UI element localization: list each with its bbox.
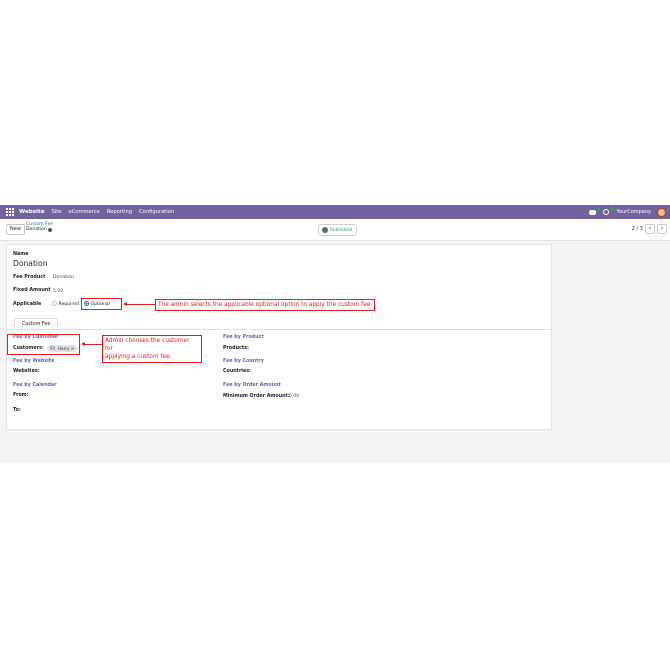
websites-label: Websites: (13, 369, 40, 374)
gear-icon[interactable] (47, 227, 52, 232)
company-switcher[interactable]: YourCompany (617, 209, 651, 215)
fee-by-country-heading: Fee by Country (223, 359, 264, 364)
optional-arrow-head (123, 302, 127, 306)
globe-icon (322, 227, 328, 233)
fee-by-product-heading: Fee by Product (223, 335, 264, 340)
published-toggle[interactable]: Published (318, 224, 358, 236)
new-button[interactable]: New (6, 224, 25, 235)
fee-product-label: Fee Product (13, 275, 46, 280)
control-panel: New Custom Fee Donation Published 2 / 3 … (0, 219, 670, 241)
customer-annotation-line2: applying a custom fee. (105, 354, 172, 360)
published-label: Published (330, 227, 353, 233)
optional-annotation: The admin selects the applicable optiona… (155, 299, 376, 311)
fixed-amount-field[interactable]: 5.00 (53, 289, 63, 294)
nav-item-ecommerce[interactable]: eCommerce (68, 209, 99, 215)
to-label: To: (13, 408, 21, 413)
breadcrumb: Custom Fee Donation (26, 222, 53, 232)
name-field[interactable]: Donation (13, 259, 48, 268)
breadcrumb-current: Donation (26, 227, 47, 232)
tab-divider (7, 329, 553, 330)
applicable-required-option[interactable]: Required (52, 301, 79, 307)
fee-product-field[interactable]: Donation (53, 275, 74, 280)
pager: 2 / 3 ‹ › (632, 224, 667, 234)
applicable-label: Applicable (13, 302, 42, 307)
fixed-amount-label: Fixed Amount (13, 288, 51, 293)
optional-arrow-line (125, 304, 155, 305)
customer-arrow-line (83, 344, 102, 345)
optional-highlight-box (81, 298, 122, 310)
app-menu-icon[interactable] (6, 208, 14, 216)
fee-by-calendar-heading: Fee by Calendar (13, 383, 57, 388)
customer-annotation-line1: Admin chooses the customer for (105, 338, 190, 352)
top-navbar: Website Site eCommerce Reporting Configu… (0, 205, 670, 219)
nav-brand[interactable]: Website (19, 209, 44, 215)
fee-by-order-amount-heading: Fee by Order Amount (223, 383, 281, 388)
tab-custom-fee[interactable]: Custom Fee (14, 318, 59, 329)
chat-icon[interactable] (588, 206, 600, 216)
nav-item-site[interactable]: Site (51, 209, 61, 215)
products-label: Products: (223, 346, 249, 351)
form-sheet: Name Donation Fee Product Donation Fixed… (6, 244, 553, 430)
pager-value: 2 / 3 (631, 226, 643, 232)
fee-by-website-heading: Fee by Website (13, 359, 55, 364)
pager-prev-button[interactable]: ‹ (645, 224, 655, 234)
nav-item-configuration[interactable]: Configuration (139, 209, 174, 215)
customer-arrow-head (81, 342, 85, 346)
countries-label: Countries: (223, 369, 251, 374)
customer-annotation: Admin chooses the customer for applying … (102, 335, 202, 363)
min-order-label: Minimum Order Amount: (223, 394, 290, 399)
min-order-field[interactable]: 0.00 (289, 394, 299, 399)
radio-required[interactable] (52, 301, 57, 306)
from-label: From: (13, 393, 29, 398)
customer-highlight-box (7, 334, 80, 355)
nav-item-reporting[interactable]: Reporting (107, 209, 132, 215)
app-window: Website Site eCommerce Reporting Configu… (0, 205, 670, 463)
activity-clock-icon[interactable] (602, 206, 614, 216)
user-avatar[interactable] (657, 207, 666, 217)
name-label: Name (13, 252, 29, 257)
pager-next-button[interactable]: › (657, 224, 667, 234)
